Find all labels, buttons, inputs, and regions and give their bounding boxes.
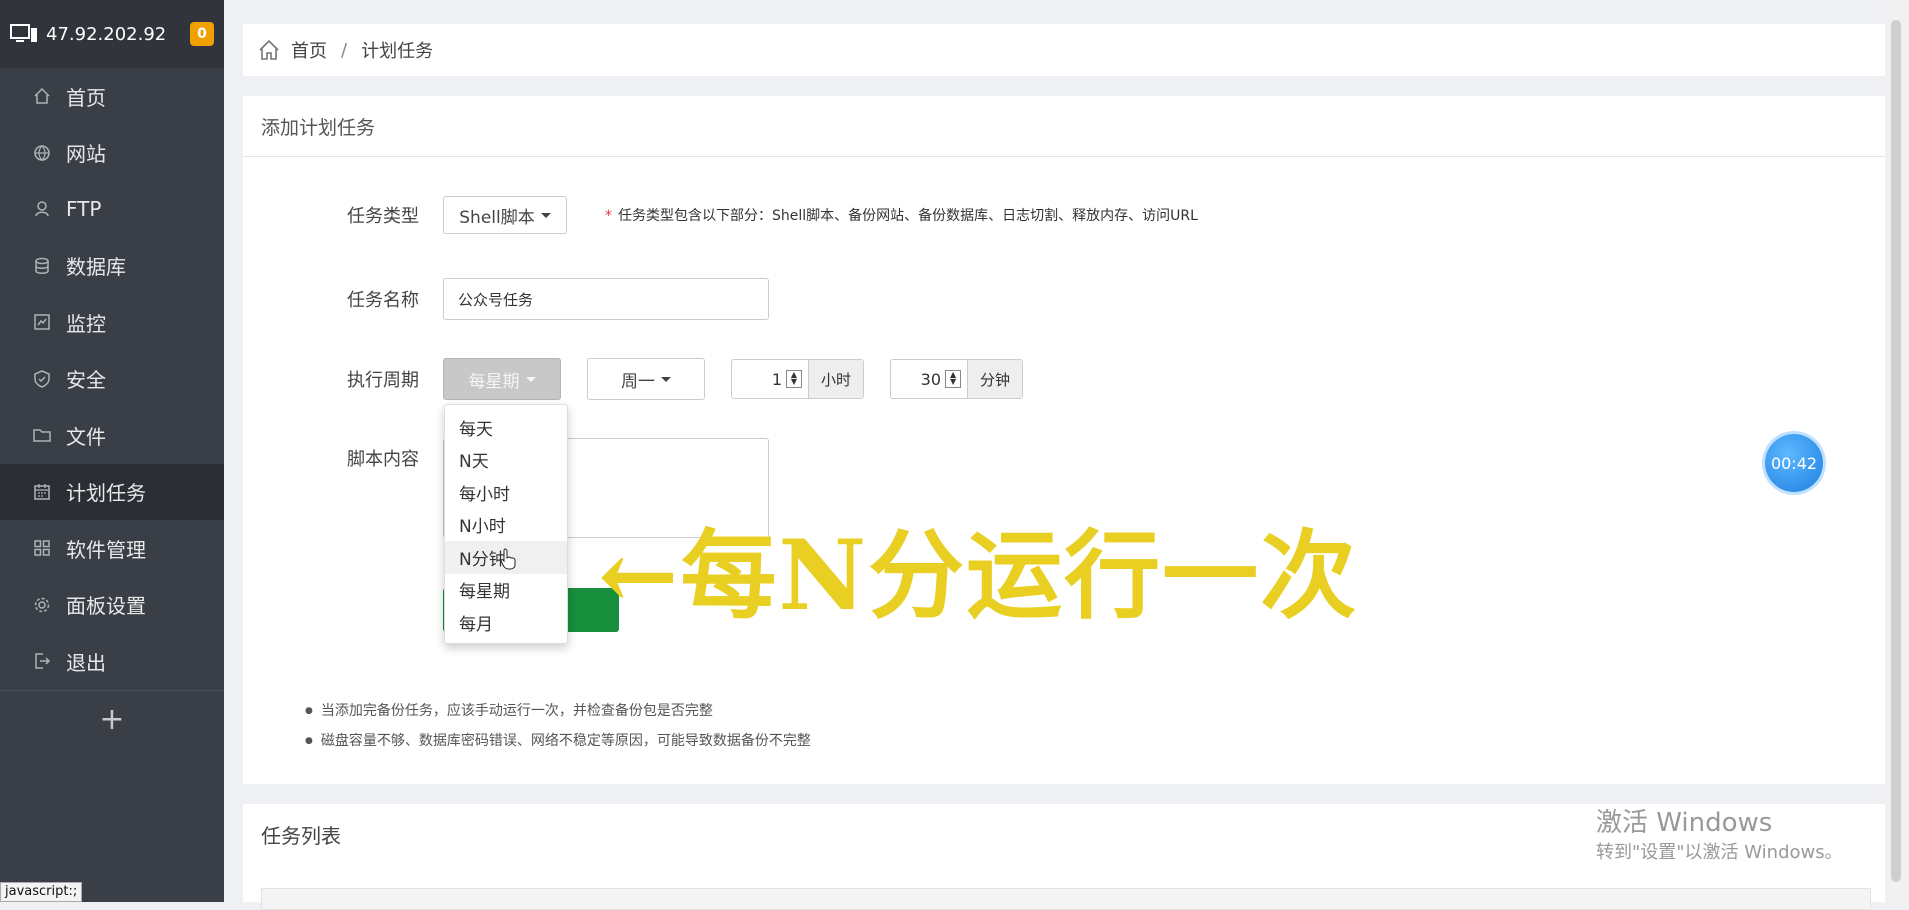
sidebar-item-cron[interactable]: 计划任务 — [0, 463, 224, 520]
page-scrollbar[interactable] — [1885, 0, 1909, 902]
caret-down-icon — [540, 212, 551, 218]
task-type-label: 任务类型 — [347, 206, 419, 227]
calendar-icon — [32, 482, 52, 502]
minute-stepper[interactable]: 30 ▲ ▼ 分钟 — [890, 359, 1024, 399]
ftp-icon — [32, 199, 52, 219]
sidebar-item-logout[interactable]: 退出 — [0, 633, 224, 690]
script-row: 脚本内容 — [347, 438, 443, 478]
recording-timer[interactable]: 00:42 — [1765, 434, 1823, 492]
task-type-row: 任务类型 Shell脚本 * 任务类型包含以下部分：Shell脚本、备份网站、备份… — [347, 196, 1198, 234]
home-icon[interactable] — [257, 38, 281, 62]
spinner-arrows-icon[interactable]: ▲ ▼ — [945, 370, 962, 388]
server-ip: 47.92.202.92 — [46, 23, 167, 45]
cycle-option[interactable]: N天 — [445, 444, 567, 477]
sidebar-item-label: 文件 — [66, 424, 106, 449]
cycle-option[interactable]: 每小时 — [445, 476, 567, 509]
hour-unit: 小时 — [808, 360, 864, 398]
note-item: 磁盘容量不够、数据库密码错误、网络不稳定等原因，可能导致数据备份不完整 — [305, 726, 811, 756]
sidebar-item-home[interactable]: 首页 — [0, 68, 224, 125]
cycle-dropdown[interactable]: 每星期 — [443, 358, 561, 400]
grid-icon — [32, 538, 52, 558]
sidebar-item-label: 数据库 — [66, 255, 126, 280]
sidebar-item-files[interactable]: 文件 — [0, 407, 224, 464]
breadcrumb: 首页 / 计划任务 — [243, 24, 1899, 76]
server-header: 47.92.202.92 0 — [0, 0, 224, 68]
sidebar-item-label: FTP — [66, 197, 102, 222]
sidebar-item-label: 退出 — [66, 650, 106, 675]
caret-down-icon — [661, 376, 671, 382]
sidebar-item-label: 监控 — [66, 311, 106, 336]
add-shortcut-button[interactable]: + — [0, 689, 224, 749]
cycle-option[interactable]: N小时 — [445, 509, 567, 542]
hour-stepper[interactable]: 1 ▲ ▼ 小时 — [731, 359, 865, 399]
home-icon — [32, 86, 52, 106]
sidebar-item-software[interactable]: 软件管理 — [0, 520, 224, 577]
sidebar-item-label: 网站 — [66, 142, 106, 167]
cycle-label: 执行周期 — [347, 370, 419, 391]
note-item: 当添加完备份任务，应该手动运行一次，并检查备份包是否完整 — [305, 696, 811, 726]
minute-unit: 分钟 — [967, 360, 1023, 398]
required-star: * — [605, 208, 612, 224]
gear-icon — [32, 595, 52, 615]
sidebar-item-website[interactable]: 网站 — [0, 125, 224, 182]
task-name-row: 任务名称 公众号任务 — [347, 278, 769, 320]
task-name-label: 任务名称 — [347, 290, 419, 311]
globe-icon — [32, 143, 52, 163]
sidebar-item-label: 计划任务 — [66, 481, 146, 506]
caret-down-icon — [525, 376, 536, 382]
status-bar-tooltip: javascript:; — [0, 882, 83, 902]
breadcrumb-separator: / — [341, 39, 348, 61]
logout-icon — [32, 651, 52, 671]
spinner-arrows-icon[interactable]: ▲ ▼ — [786, 370, 802, 388]
weekday-value: 周一 — [621, 371, 655, 392]
sidebar-item-label: 软件管理 — [66, 537, 146, 562]
cycle-value: 每星期 — [468, 371, 520, 392]
sidebar-item-ftp[interactable]: FTP — [0, 181, 224, 238]
cycle-option[interactable]: 每天 — [445, 411, 567, 444]
task-type-value: Shell脚本 — [459, 207, 535, 228]
minute-value[interactable]: 30 — [891, 370, 945, 389]
cycle-row: 执行周期 每星期 周一 1 ▲ ▼ 小时 30 ▲ ▼ 分钟 — [347, 358, 1024, 400]
monitor-icon — [32, 312, 52, 332]
sidebar-menu: 首页 网站 FTP 数据库 监控 安全 文件 计划任务 软件管理 面板设置 退出 — [0, 68, 224, 690]
watermark-title: 激活 Windows — [1596, 808, 1773, 838]
database-icon — [32, 256, 52, 276]
hand-cursor-icon — [500, 548, 516, 570]
sidebar: 47.92.202.92 0 首页 网站 FTP 数据库 监控 安全 文件 计划… — [0, 0, 224, 902]
cycle-dropdown-menu: 每天 N天 每小时 N小时 N分钟 每星期 每月 — [444, 404, 568, 644]
breadcrumb-home-link[interactable]: 首页 — [291, 37, 327, 63]
watermark-subtitle: 转到"设置"以激活 Windows。 — [1596, 842, 1843, 863]
folder-icon — [32, 425, 52, 445]
task-list-table-header — [261, 888, 1871, 910]
cycle-option[interactable]: 每星期 — [445, 574, 567, 607]
scrollbar-thumb[interactable] — [1891, 20, 1901, 882]
panel-title: 添加计划任务 — [243, 96, 1885, 157]
weekday-dropdown[interactable]: 周一 — [587, 358, 705, 400]
breadcrumb-current: 计划任务 — [361, 41, 434, 62]
cycle-option[interactable]: 每月 — [445, 606, 567, 639]
sidebar-item-monitor[interactable]: 监控 — [0, 294, 224, 351]
task-type-hint-text: 任务类型包含以下部分：Shell脚本、备份网站、备份数据库、日志切割、释放内存、… — [618, 208, 1198, 224]
notification-badge[interactable]: 0 — [190, 22, 214, 46]
monitor-icon — [10, 24, 37, 42]
task-name-input[interactable]: 公众号任务 — [443, 278, 769, 320]
tutorial-annotation: ←每N分运行一次 — [598, 519, 1359, 632]
hour-value[interactable]: 1 — [732, 370, 786, 389]
sidebar-item-database[interactable]: 数据库 — [0, 238, 224, 295]
script-label: 脚本内容 — [347, 449, 419, 470]
sidebar-item-security[interactable]: 安全 — [0, 351, 224, 408]
sidebar-item-label: 面板设置 — [66, 594, 146, 619]
sidebar-item-label: 安全 — [66, 368, 106, 393]
notes-list: 当添加完备份任务，应该手动运行一次，并检查备份包是否完整 磁盘容量不够、数据库密… — [265, 696, 811, 756]
windows-activation-watermark: 激活 Windows 转到"设置"以激活 Windows。 — [1596, 808, 1843, 868]
task-type-hint: * 任务类型包含以下部分：Shell脚本、备份网站、备份数据库、日志切割、释放内存… — [605, 205, 1198, 225]
shield-icon — [32, 369, 52, 389]
sidebar-item-label: 首页 — [66, 85, 106, 110]
task-type-dropdown[interactable]: Shell脚本 — [443, 196, 567, 234]
sidebar-item-settings[interactable]: 面板设置 — [0, 577, 224, 634]
